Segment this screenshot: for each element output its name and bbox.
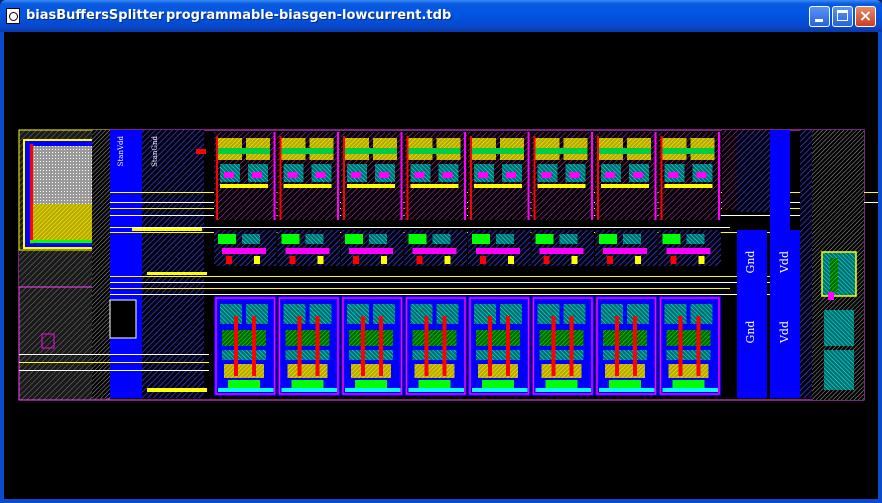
- buffer-cell-array[interactable]: [214, 132, 721, 396]
- vdd-label-bottom: Vdd: [778, 321, 791, 344]
- minimize-icon: [815, 19, 823, 22]
- vdd-label-top: Vdd: [778, 251, 791, 274]
- window-icon[interactable]: [6, 8, 20, 24]
- stangnd-label: StanGnd: [151, 135, 159, 166]
- stanvdd-label: StanVdd: [117, 135, 125, 166]
- buffer-cell[interactable]: [404, 132, 468, 396]
- title-bar[interactable]: biasBuffersSplitter programmable-biasgen…: [0, 0, 882, 32]
- chip-layout-view[interactable]: StanVdd StanGnd Gnd Vdd Gnd Vdd: [4, 32, 878, 499]
- close-button[interactable]: ×: [855, 6, 876, 27]
- power-rails[interactable]: StanVdd StanGnd: [92, 130, 207, 398]
- buffer-cell[interactable]: [277, 132, 341, 396]
- buffer-cell[interactable]: [658, 132, 722, 396]
- maximize-icon: [837, 10, 848, 21]
- layout-editor-window: biasBuffersSplitter programmable-biasgen…: [0, 0, 882, 503]
- close-icon: ×: [858, 6, 873, 25]
- buffer-cell[interactable]: [214, 132, 277, 396]
- buffer-cell[interactable]: [595, 132, 658, 396]
- maximize-button[interactable]: [832, 6, 853, 27]
- buffer-cell[interactable]: [531, 132, 595, 396]
- buffer-cell[interactable]: [341, 132, 404, 396]
- input-port-marker[interactable]: [196, 149, 206, 154]
- window-title-cell: biasBuffersSplitter: [26, 8, 165, 23]
- gnd-label-top: Gnd: [744, 251, 757, 274]
- minimize-button[interactable]: [809, 6, 830, 27]
- buffer-cell[interactable]: [468, 132, 531, 396]
- window-title-file: programmable-biasgen-lowcurrent.tdb: [166, 8, 452, 23]
- gnd-label-bottom: Gnd: [744, 321, 757, 344]
- right-power-strip[interactable]: Gnd Vdd Gnd Vdd: [722, 130, 864, 400]
- layout-canvas[interactable]: StanVdd StanGnd Gnd Vdd Gnd Vdd: [4, 32, 878, 499]
